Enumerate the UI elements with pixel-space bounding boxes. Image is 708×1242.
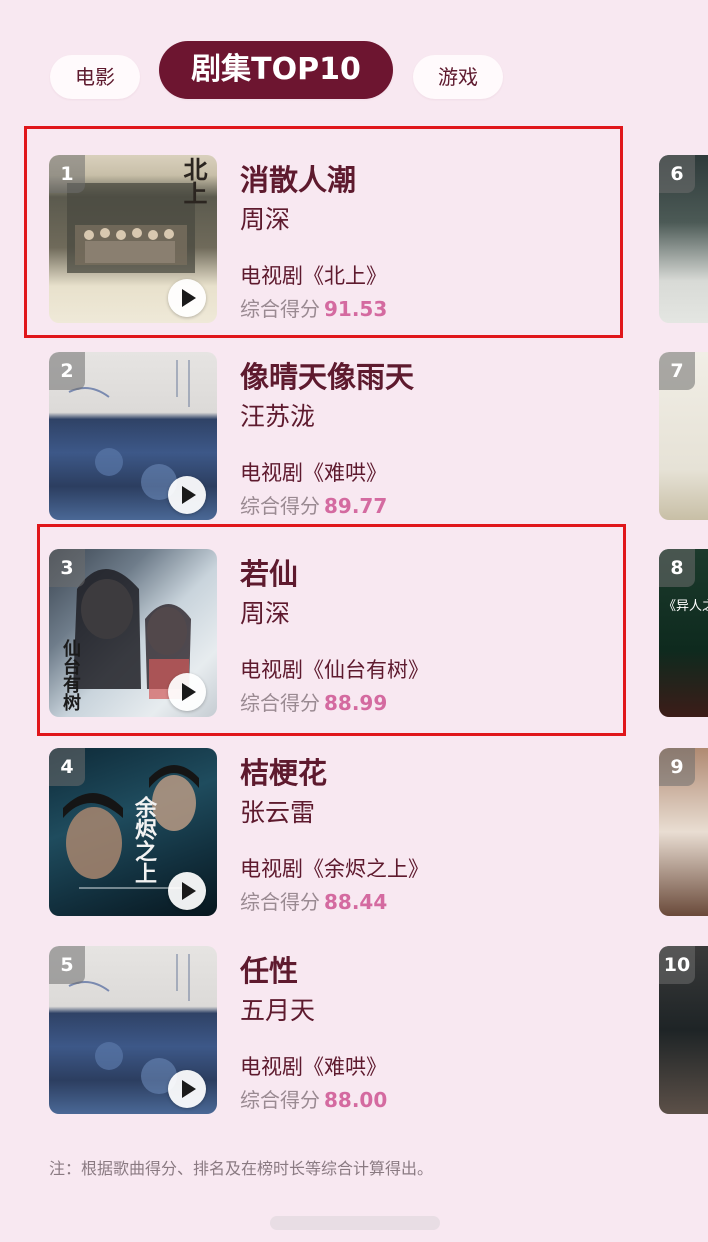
score-line: 综合得分 89.77	[240, 490, 387, 519]
side-entry[interactable]: 8 《异人之	[659, 549, 708, 717]
highlight-box	[37, 524, 626, 736]
rank-badge: 8	[659, 549, 695, 587]
play-button[interactable]	[168, 476, 206, 514]
tab-games[interactable]: 游戏	[413, 55, 503, 99]
song-title: 像晴天像雨天	[240, 360, 415, 394]
chart-entry[interactable]: 2 像晴天像雨天 汪苏泷 电视剧《难哄》 综合得分 89.77	[49, 352, 629, 520]
category-tabs: 电影 剧集TOP10 游戏	[0, 0, 708, 110]
footnote: 注：根据歌曲得分、排名及在榜时长等综合计算得出。	[49, 1159, 434, 1178]
artist-name: 张云雷	[240, 798, 316, 827]
artist-name: 汪苏泷	[240, 402, 316, 431]
rank-badge: 5	[49, 946, 85, 984]
song-title: 任性	[240, 954, 299, 988]
score-line: 综合得分 88.44	[240, 886, 387, 915]
tab-movies[interactable]: 电影	[50, 55, 140, 99]
cover-title: 余烬之上	[131, 796, 156, 884]
score-value: 88.44	[324, 890, 388, 914]
bottom-handle	[270, 1216, 440, 1230]
song-title: 桔梗花	[240, 756, 328, 790]
album-cover[interactable]: 2	[49, 352, 217, 520]
album-cover[interactable]: 5	[49, 946, 217, 1114]
play-icon	[182, 486, 196, 504]
rank-badge: 6	[659, 155, 695, 193]
score-label: 综合得分	[240, 890, 320, 914]
play-icon	[182, 1080, 196, 1098]
tab-drama-top10[interactable]: 剧集TOP10	[159, 41, 393, 99]
album-cover[interactable]: 余烬之上 4	[49, 748, 217, 916]
side-title: 《异人之	[663, 599, 708, 614]
rank-badge: 9	[659, 748, 695, 786]
score-label: 综合得分	[240, 1088, 320, 1112]
score-label: 综合得分	[240, 494, 320, 518]
source-drama: 电视剧《余烬之上》	[240, 857, 429, 881]
side-entry[interactable]: 6	[659, 155, 708, 323]
score-line: 综合得分 88.00	[240, 1084, 387, 1113]
rank-badge: 7	[659, 352, 695, 390]
artist-name: 五月天	[240, 996, 316, 1025]
rank-badge: 10	[659, 946, 695, 984]
highlight-box	[24, 126, 623, 338]
chart-entry[interactable]: 5 任性 五月天 电视剧《难哄》 综合得分 88.00	[49, 946, 629, 1114]
play-button[interactable]	[168, 1070, 206, 1108]
chart-entry[interactable]: 余烬之上 4 桔梗花 张云雷 电视剧《余烬之上》 综合得分 88.44	[49, 748, 629, 916]
rank-badge: 4	[49, 748, 85, 786]
source-drama: 电视剧《难哄》	[240, 461, 387, 485]
play-icon	[182, 882, 196, 900]
play-button[interactable]	[168, 872, 206, 910]
side-entry[interactable]: 7	[659, 352, 708, 520]
source-drama: 电视剧《难哄》	[240, 1055, 387, 1079]
score-value: 88.00	[324, 1088, 388, 1112]
score-value: 89.77	[324, 494, 388, 518]
side-entry[interactable]: 9	[659, 748, 708, 916]
rank-badge: 2	[49, 352, 85, 390]
side-entry[interactable]: 10	[659, 946, 708, 1114]
